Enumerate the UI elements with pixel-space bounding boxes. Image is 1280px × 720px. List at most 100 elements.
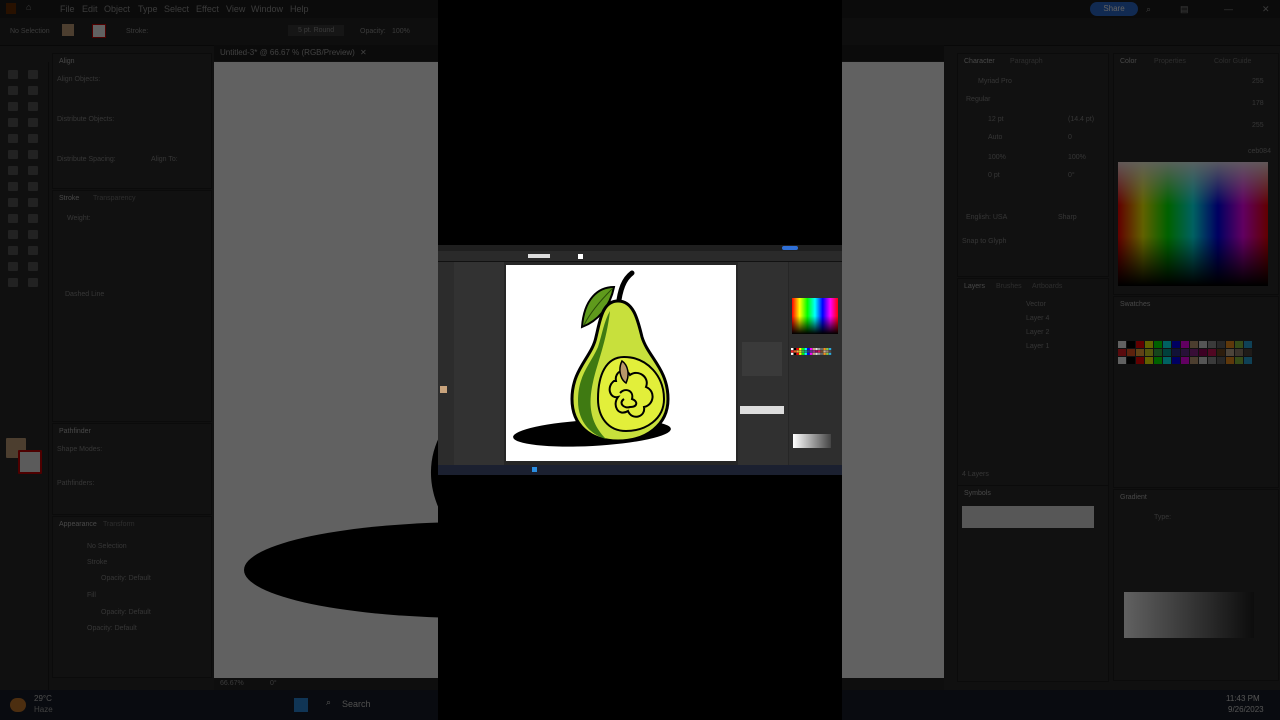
layers-panel-title[interactable]: Layers	[964, 283, 985, 290]
brush-dropdown[interactable]: 5 pt. Round	[288, 25, 345, 36]
appearance-panel-title[interactable]: Appearance	[59, 521, 97, 528]
taskbar-clock[interactable]: 11:43 PM	[1226, 694, 1260, 703]
weather-icon[interactable]	[10, 698, 26, 712]
align-panel-title[interactable]: Align	[59, 58, 75, 65]
character-rotation-field[interactable]: 0°	[1068, 172, 1075, 179]
inner-fill-color-icon[interactable]	[440, 386, 447, 393]
rotation-level[interactable]: 0°	[270, 680, 277, 687]
color-swatch[interactable]	[1181, 349, 1189, 356]
color-swatch[interactable]	[1181, 341, 1189, 348]
layer-row[interactable]: Vector	[1026, 301, 1046, 308]
color-swatch[interactable]	[1127, 341, 1135, 348]
color-swatch[interactable]	[1199, 341, 1207, 348]
menu-select[interactable]: Select	[164, 4, 189, 14]
mesh-tool-icon[interactable]	[8, 214, 18, 223]
graph-tool-icon[interactable]	[28, 246, 38, 255]
language-dropdown[interactable]: English: USA	[966, 214, 1007, 221]
eyedropper-tool-icon[interactable]	[8, 230, 18, 239]
inner-color-spectrum[interactable]	[792, 298, 838, 334]
layer-row[interactable]: Layer 1	[1026, 343, 1049, 350]
font-family-dropdown[interactable]: Myriad Pro	[978, 78, 1012, 85]
color-swatch[interactable]	[1235, 357, 1243, 364]
minimize-icon[interactable]: —	[1224, 4, 1233, 14]
font-size-field[interactable]: 12 pt	[988, 116, 1004, 123]
horizontal-scale-field[interactable]: 100%	[988, 154, 1006, 161]
inner-gradient-preview[interactable]	[793, 434, 831, 448]
type-tool-icon[interactable]	[8, 118, 18, 127]
share-button[interactable]: Share	[1090, 2, 1138, 16]
gradient-panel-title[interactable]: Gradient	[1120, 494, 1147, 501]
color-guide-tab[interactable]: Color Guide	[1214, 58, 1251, 65]
color-swatch[interactable]	[1145, 357, 1153, 364]
menu-effect[interactable]: Effect	[196, 4, 219, 14]
inner-symbols[interactable]	[740, 406, 784, 414]
menu-window[interactable]: Window	[251, 4, 283, 14]
perspective-tool-icon[interactable]	[28, 198, 38, 207]
artboard-tool-icon[interactable]	[8, 262, 18, 271]
color-swatch[interactable]	[1154, 341, 1162, 348]
color-spectrum[interactable]	[1118, 162, 1268, 286]
shape-builder-tool-icon[interactable]	[8, 198, 18, 207]
menu-view[interactable]: View	[226, 4, 245, 14]
hand-tool-icon[interactable]	[8, 278, 18, 287]
tracking-field[interactable]: Auto	[988, 134, 1002, 141]
taskbar-date[interactable]: 9/26/2023	[1228, 705, 1264, 714]
blend-tool-icon[interactable]	[28, 230, 38, 239]
red-value[interactable]: 255	[1252, 78, 1264, 85]
inner-fill-swatch-icon[interactable]	[578, 254, 583, 259]
hex-value[interactable]: ceb084	[1248, 148, 1271, 155]
free-transform-tool-icon[interactable]	[28, 182, 38, 191]
color-swatch[interactable]	[1199, 349, 1207, 356]
color-swatch[interactable]	[1208, 357, 1216, 364]
artboards-tab[interactable]: Artboards	[1032, 283, 1062, 290]
swatches-panel-title[interactable]: Swatches	[1120, 301, 1150, 308]
color-swatch[interactable]	[828, 352, 832, 355]
menu-file[interactable]: File	[60, 4, 75, 14]
color-swatch[interactable]	[1235, 349, 1243, 356]
antialias-dropdown[interactable]: Sharp	[1058, 214, 1077, 221]
search-icon[interactable]: ⌕	[1146, 4, 1151, 15]
color-swatch[interactable]	[1190, 341, 1198, 348]
selection-tool-icon[interactable]	[8, 70, 18, 79]
color-swatch[interactable]	[1217, 357, 1225, 364]
appearance-opacity-3[interactable]: Opacity: Default	[87, 625, 137, 632]
taskbar-search[interactable]: Search	[342, 699, 371, 709]
color-swatch[interactable]	[1217, 341, 1225, 348]
gradient-tool-icon[interactable]	[28, 214, 38, 223]
properties-tab[interactable]: Properties	[1154, 58, 1186, 65]
color-swatch[interactable]	[1118, 349, 1126, 356]
stroke-swatch-icon[interactable]	[92, 24, 106, 38]
color-swatch[interactable]	[1127, 357, 1135, 364]
color-swatch[interactable]	[1208, 349, 1216, 356]
width-tool-icon[interactable]	[8, 182, 18, 191]
inner-layers-list[interactable]	[742, 342, 782, 376]
color-swatch[interactable]	[1136, 341, 1144, 348]
paragraph-tab[interactable]: Paragraph	[1010, 58, 1043, 65]
transparency-tab[interactable]: Transparency	[93, 195, 136, 202]
color-swatch[interactable]	[1244, 357, 1252, 364]
dashed-line-label[interactable]: Dashed Line	[65, 291, 104, 298]
kerning-field[interactable]: 0	[1068, 134, 1072, 141]
color-swatch[interactable]	[1136, 349, 1144, 356]
color-swatch[interactable]	[1181, 357, 1189, 364]
rotate-tool-icon[interactable]	[8, 166, 18, 175]
color-swatch[interactable]	[1163, 341, 1171, 348]
pen-tool-icon[interactable]	[8, 102, 18, 111]
curvature-tool-icon[interactable]	[28, 102, 38, 111]
inner-artboard[interactable]	[506, 265, 736, 461]
rectangle-tool-icon[interactable]	[8, 134, 18, 143]
appearance-opacity-1[interactable]: Opacity: Default	[101, 575, 151, 582]
color-swatch[interactable]	[1163, 349, 1171, 356]
close-tab-icon[interactable]: ✕	[360, 48, 367, 57]
paintbrush-tool-icon[interactable]	[28, 134, 38, 143]
symbol-thumbnails[interactable]	[962, 506, 1094, 528]
lasso-tool-icon[interactable]	[28, 86, 38, 95]
inner-start-icon[interactable]	[532, 467, 537, 472]
character-panel-title[interactable]: Character	[964, 58, 995, 65]
pathfinder-panel-title[interactable]: Pathfinder	[59, 428, 91, 435]
color-swatch[interactable]	[1145, 341, 1153, 348]
color-swatch[interactable]	[1226, 357, 1234, 364]
brushes-tab[interactable]: Brushes	[996, 283, 1022, 290]
windows-start-icon[interactable]	[294, 698, 308, 712]
color-swatch[interactable]	[1226, 341, 1234, 348]
